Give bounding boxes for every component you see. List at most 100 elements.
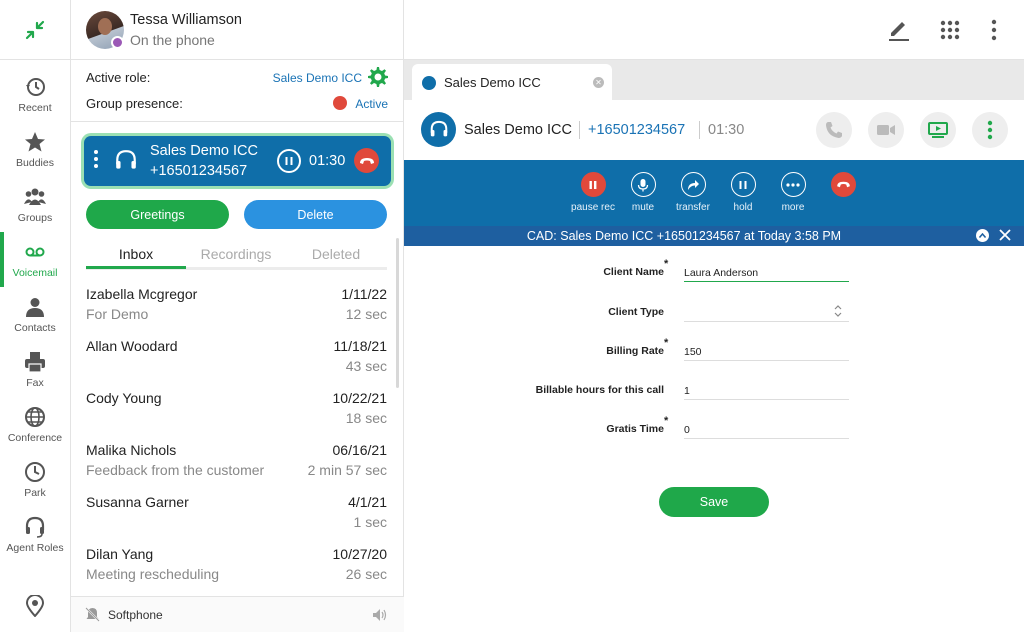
tab-recordings[interactable]: Recordings: [186, 246, 286, 262]
active-role-label: Active role:: [86, 70, 151, 85]
field-label: Billing Rate: [606, 345, 664, 357]
message-duration: 1 sec: [353, 514, 387, 530]
message-note: Meeting rescheduling: [86, 566, 220, 582]
call-workspace: Sales Demo ICC ✕ Sales Demo ICC +1650123…: [404, 0, 1024, 632]
message-date: 11/18/21: [333, 338, 387, 354]
billing-rate-input[interactable]: [684, 337, 849, 361]
nav-label: Contacts: [14, 321, 56, 334]
group-presence-label: Group presence:: [86, 96, 183, 111]
session-tabstrip: Sales Demo ICC ✕: [404, 60, 1024, 100]
save-button[interactable]: Save: [659, 487, 769, 517]
collapse-button[interactable]: [0, 0, 70, 60]
transfer-button[interactable]: transfer: [668, 172, 718, 213]
pause-rec-button[interactable]: pause rec: [568, 172, 618, 213]
role-area: Active role: Sales Demo ICC Group presen…: [71, 60, 404, 122]
nav-item-groups[interactable]: Groups: [0, 177, 70, 232]
softphone-bar[interactable]: Softphone: [71, 596, 404, 632]
field-label: Client Type: [608, 306, 664, 318]
session-tab[interactable]: Sales Demo ICC ✕: [412, 64, 612, 100]
user-status: On the phone: [130, 32, 215, 48]
list-item[interactable]: Izabella Mcgregor 1/11/22 For Demo 12 se…: [71, 278, 404, 330]
nav-item-contacts[interactable]: Contacts: [0, 287, 70, 342]
list-item[interactable]: Susanna Garner 4/1/21 1 sec: [71, 486, 404, 538]
location-pin-icon: [25, 595, 45, 617]
close-icon[interactable]: [998, 228, 1012, 242]
list-item[interactable]: Allan Woodard 11/18/21 43 sec: [71, 330, 404, 382]
nav-item-fax[interactable]: Fax: [0, 342, 70, 397]
nav-label: Agent Roles: [6, 541, 64, 554]
more-vertical-icon[interactable]: [93, 150, 99, 172]
more-options-button[interactable]: [972, 112, 1008, 148]
hold-button[interactable]: hold: [718, 172, 768, 213]
group-presence-value[interactable]: Active: [355, 97, 388, 111]
fax-icon: [25, 351, 45, 373]
phone-icon: [826, 122, 842, 138]
mute-button[interactable]: mute: [618, 172, 668, 213]
hold-button[interactable]: [277, 149, 301, 173]
select-arrows-icon: [834, 305, 842, 317]
nav-label: Voicemail: [12, 266, 58, 279]
voicemail-icon: [25, 247, 45, 256]
active-call-card[interactable]: Sales Demo ICC +16501234567 01:30: [84, 136, 391, 186]
form-row-client-name: Client Name *: [404, 256, 1024, 286]
nav-item-recent[interactable]: Recent: [0, 67, 70, 122]
delete-button[interactable]: Delete: [244, 200, 387, 229]
message-note: For Demo: [86, 306, 149, 322]
nav-label: Recent: [18, 101, 52, 114]
dialpad-icon[interactable]: [938, 18, 962, 42]
hangup-button[interactable]: [818, 172, 868, 202]
active-role-value[interactable]: Sales Demo ICC: [273, 71, 362, 85]
scrollbar[interactable]: [396, 238, 399, 388]
control-label: more: [781, 202, 805, 213]
form-row-gratis-time: Gratis Time *: [404, 413, 1024, 443]
nav-item-conference[interactable]: Conference: [0, 397, 70, 452]
message-date: 06/16/21: [332, 442, 388, 458]
location-button[interactable]: [0, 588, 70, 624]
gear-icon[interactable]: [367, 66, 389, 88]
call-number: +16501234567: [150, 163, 248, 179]
speaker-icon[interactable]: [372, 608, 387, 622]
required-mark: *: [664, 258, 669, 270]
more-button[interactable]: more: [768, 172, 818, 213]
message-date: 10/27/20: [332, 546, 388, 562]
nav-label: Conference: [7, 431, 63, 444]
message-date: 4/1/21: [348, 494, 387, 510]
billable-hours-input[interactable]: [684, 376, 849, 400]
tab-inbox[interactable]: Inbox: [86, 246, 186, 262]
form-row-billing-rate: Billing Rate *: [404, 335, 1024, 365]
hold-icon: [739, 180, 747, 189]
nav-item-agent-roles[interactable]: Agent Roles: [0, 507, 70, 562]
list-item[interactable]: Malika Nichols 06/16/21 Feedback from th…: [71, 434, 404, 486]
tab-deleted[interactable]: Deleted: [286, 246, 386, 262]
control-label: mute: [631, 202, 655, 213]
nav-item-park[interactable]: Park: [0, 452, 70, 507]
caller-name: Cody Young: [86, 390, 162, 406]
client-type-select[interactable]: [684, 298, 849, 322]
presence-status-icon: [333, 96, 347, 110]
caller-name: Izabella Mcgregor: [86, 286, 198, 302]
close-icon[interactable]: ✕: [593, 77, 604, 88]
message-note: Feedback from the customer: [86, 462, 265, 478]
collapse-cad-button[interactable]: [976, 229, 989, 242]
greetings-button[interactable]: Greetings: [86, 200, 229, 229]
field-label: Gratis Time: [606, 423, 664, 435]
call-name: Sales Demo ICC: [150, 143, 258, 159]
gratis-time-input[interactable]: [684, 415, 849, 439]
compose-icon[interactable]: [887, 18, 911, 42]
list-item[interactable]: Dilan Yang 10/27/20 Meeting rescheduling…: [71, 538, 404, 590]
message-date: 1/11/22: [341, 286, 387, 302]
phone-button[interactable]: [816, 112, 852, 148]
nav-item-voicemail[interactable]: Voicemail: [0, 232, 70, 287]
required-mark: *: [664, 337, 669, 349]
nav-item-buddies[interactable]: Buddies: [0, 122, 70, 177]
hangup-button[interactable]: [354, 148, 379, 173]
client-name-input[interactable]: [684, 258, 849, 282]
screen-share-button[interactable]: [920, 112, 956, 148]
video-button[interactable]: [868, 112, 904, 148]
nav-label: Groups: [17, 211, 53, 224]
more-vertical-icon[interactable]: [982, 18, 1006, 42]
user-header[interactable]: Tessa Williamson On the phone: [71, 0, 404, 60]
list-item[interactable]: Cody Young 10/22/21 18 sec: [71, 382, 404, 434]
message-duration: 12 sec: [345, 306, 387, 322]
field-label: Client Name: [603, 266, 664, 278]
